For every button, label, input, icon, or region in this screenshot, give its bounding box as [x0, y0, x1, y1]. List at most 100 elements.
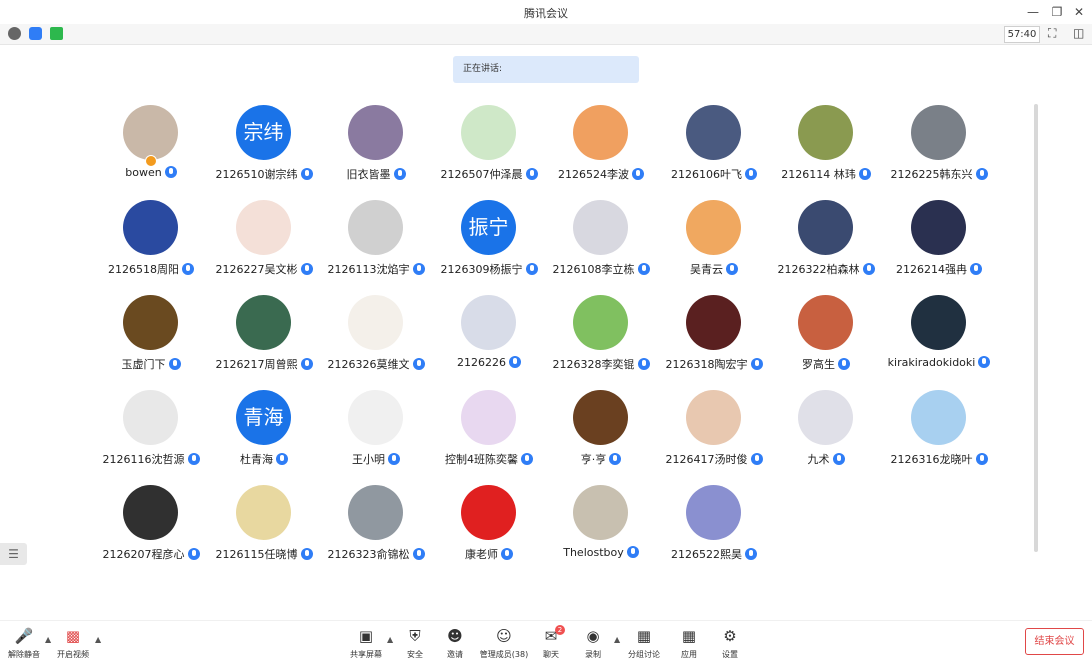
avatar	[461, 295, 516, 350]
meeting-timer: 57:40	[1004, 26, 1040, 43]
share-screen-button[interactable]: ▣ 共享屏幕	[346, 625, 386, 660]
avatar	[123, 200, 178, 255]
participant-tile[interactable]: 2126214强冉	[883, 200, 995, 295]
participant-name: 罗高生	[770, 356, 882, 372]
participant-tile[interactable]: 2126522熙昊	[658, 485, 770, 580]
participant-tile[interactable]: 青海 杜青海	[208, 390, 320, 485]
grid-scrollbar[interactable]	[1034, 104, 1038, 552]
participant-tile[interactable]: 振宁 2126309杨振宁	[433, 200, 545, 295]
participant-name-text: 2126207程彦心	[102, 548, 185, 561]
participant-tile[interactable]: 2126227吴文彬	[208, 200, 320, 295]
mic-icon	[970, 263, 982, 275]
participant-tile[interactable]: 吴青云	[658, 200, 770, 295]
apps-button[interactable]: ▦ 应用	[669, 625, 709, 660]
invite-button[interactable]: ☻ 邀请	[435, 625, 475, 660]
avatar	[123, 105, 178, 160]
fullscreen-icon[interactable]: ⛶	[1048, 26, 1056, 41]
participant-tile[interactable]: 2126115任晓博	[208, 485, 320, 580]
participant-name: 2126510谢宗纬	[208, 166, 320, 182]
participant-tile[interactable]: 2126524李波	[545, 105, 657, 200]
record-button[interactable]: ◉ 录制	[573, 625, 613, 660]
chat-button[interactable]: ✉ 2 聊天	[531, 625, 571, 660]
restore-button[interactable]: ❐	[1046, 2, 1068, 22]
participant-tile[interactable]: 2126316龙晓叶	[883, 390, 995, 485]
participant-tile[interactable]: 2126322柏森林	[770, 200, 882, 295]
participant-name: 王小明	[320, 451, 432, 467]
avatar	[911, 105, 966, 160]
mic-muted-icon: 🎤	[14, 627, 34, 645]
participant-name: 2126116沈哲源	[95, 451, 207, 467]
participant-name: 吴青云	[658, 261, 770, 277]
avatar	[461, 485, 516, 540]
mic-icon	[187, 453, 200, 465]
video-options-caret[interactable]: ▲	[95, 635, 101, 644]
participant-tile[interactable]: 2126328李奕锟	[545, 295, 657, 390]
avatar	[123, 295, 178, 350]
minimize-button[interactable]: —	[1022, 2, 1044, 22]
camera-off-icon: ▩	[65, 627, 81, 645]
participant-name: Thelostboy	[545, 546, 657, 559]
participant-tile[interactable]: 九术	[770, 390, 882, 485]
security-button[interactable]: ⛨ 安全	[395, 625, 435, 660]
participant-tile[interactable]: bowen	[95, 105, 207, 200]
participant-tile[interactable]: 罗高生	[770, 295, 882, 390]
participant-name-text: 2126518周阳	[108, 263, 179, 276]
breakout-button[interactable]: ▦ 分组讨论	[624, 625, 664, 660]
start-video-button[interactable]: ▩ 开启视频	[53, 625, 93, 660]
mic-icon	[412, 548, 425, 560]
shield-icon: ⛨	[409, 627, 421, 645]
avatar: 振宁	[461, 200, 516, 255]
mic-icon	[632, 168, 644, 180]
participant-name-text: 2126116沈哲源	[102, 453, 185, 466]
mic-icon	[276, 453, 288, 465]
audio-options-caret[interactable]: ▲	[45, 635, 51, 644]
participant-tile[interactable]: 2126116沈哲源	[95, 390, 207, 485]
record-options-caret[interactable]: ▲	[614, 635, 620, 644]
participant-name-text: 2126417汤时俊	[665, 453, 748, 466]
participant-name-text: 杜青海	[240, 453, 273, 466]
settings-button[interactable]: ⚙ 设置	[710, 625, 750, 660]
participant-tile[interactable]: 王小明	[320, 390, 432, 485]
participant-tile[interactable]: 2126323俞锦松	[320, 485, 432, 580]
participant-tile[interactable]: Thelostboy	[545, 485, 657, 580]
participant-tile[interactable]: 2126106叶飞	[658, 105, 770, 200]
participant-name: 2126318陶宏宇	[658, 356, 770, 372]
sidebar-toggle-icon[interactable]: ◫	[1073, 26, 1084, 40]
participant-name-text: 2126217周曾熙	[215, 358, 298, 371]
participant-tile[interactable]: 2126114 林玮	[770, 105, 882, 200]
info-icon[interactable]	[8, 27, 21, 40]
shield-icon[interactable]	[29, 27, 42, 40]
end-meeting-button[interactable]: 结束会议	[1025, 628, 1084, 655]
participant-tile[interactable]: 2126226	[433, 295, 545, 390]
avatar	[686, 390, 741, 445]
participant-name: 2126114 林玮	[770, 166, 882, 182]
participant-tile[interactable]: 控制4班陈奕馨	[433, 390, 545, 485]
participant-tile[interactable]: 2126225韩东兴	[883, 105, 995, 200]
speaking-indicator: 正在讲话:	[453, 56, 639, 83]
participant-tile[interactable]: 2126113沈焰宇	[320, 200, 432, 295]
unmute-button[interactable]: 🎤 解除静音	[4, 625, 44, 660]
participant-tile[interactable]: 亨·亨	[545, 390, 657, 485]
participant-tile[interactable]: 2126318陶宏宇	[658, 295, 770, 390]
signal-icon[interactable]	[50, 27, 63, 40]
participant-tile[interactable]: 2126507仲泽晨	[433, 105, 545, 200]
participant-tile[interactable]: 2126207程彦心	[95, 485, 207, 580]
participant-tile[interactable]: 2126518周阳	[95, 200, 207, 295]
title-bar: 腾讯会议 — ❐ ✕	[0, 0, 1092, 25]
participant-tile[interactable]: kirakiradokidoki	[883, 295, 995, 390]
participant-tile[interactable]: 2126326莫维文	[320, 295, 432, 390]
participant-tile[interactable]: 2126108李立栋	[545, 200, 657, 295]
participant-tile[interactable]: 宗纬 2126510谢宗纬	[208, 105, 320, 200]
participant-tile[interactable]: 旧衣皆墨	[320, 105, 432, 200]
participant-tile[interactable]: 康老师	[433, 485, 545, 580]
participant-tile[interactable]: 玉虚门下	[95, 295, 207, 390]
participant-tile[interactable]: 2126217周曾熙	[208, 295, 320, 390]
participant-tile[interactable]: 2126417汤时俊	[658, 390, 770, 485]
share-options-caret[interactable]: ▲	[387, 635, 393, 644]
manage-members-button[interactable]: ☺ 管理成员(38)	[478, 625, 530, 660]
participant-name: 杜青海	[208, 451, 320, 467]
participant-name: 2126507仲泽晨	[433, 166, 545, 182]
close-button[interactable]: ✕	[1068, 2, 1090, 22]
mic-icon	[975, 168, 988, 180]
list-view-button[interactable]: ☰	[0, 543, 27, 565]
